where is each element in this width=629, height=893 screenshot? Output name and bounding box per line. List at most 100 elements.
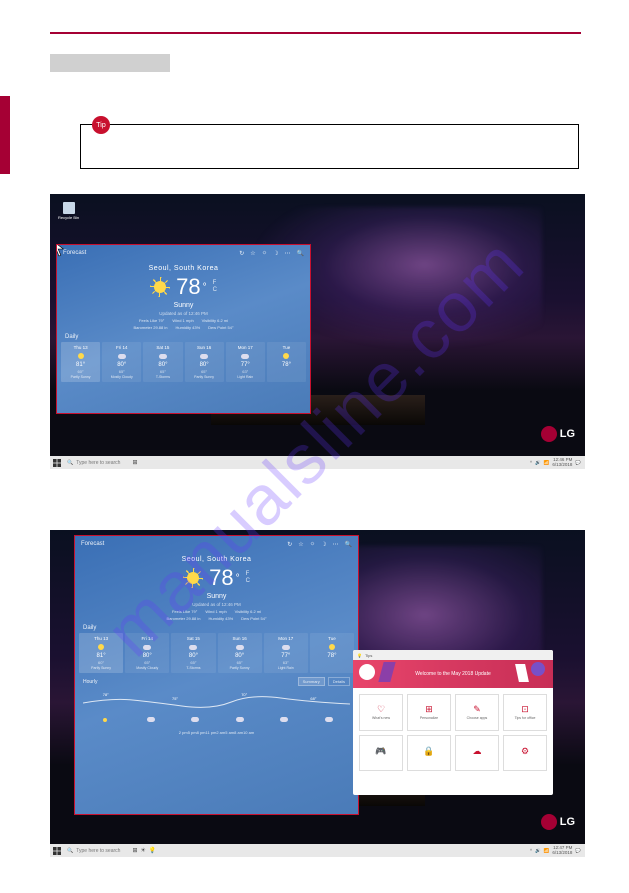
start-button[interactable] (50, 844, 63, 857)
more-icon[interactable]: ⋯ (333, 541, 339, 548)
start-button[interactable] (50, 456, 63, 469)
day-card[interactable]: Sun 1680°65°Partly Sunny (185, 342, 224, 382)
menu-icon[interactable]: ≡ (74, 536, 75, 554)
hourly-label: Hourly (83, 679, 97, 685)
desktop: Recycle Bin LG ≡ ⌂ 🗺 ↻ ◎ 📰 Forecast ↻ ☆ … (50, 194, 585, 456)
day-card[interactable]: Tue78° (310, 633, 354, 673)
history-icon[interactable]: ↻ (74, 590, 75, 608)
task-view-icon[interactable]: ⊞ (132, 459, 137, 466)
map-icon[interactable]: 🗺 (56, 281, 57, 299)
home-icon[interactable]: ⌂ (74, 554, 75, 572)
details-button[interactable]: Details (328, 677, 350, 686)
moon-icon[interactable]: ☽ (273, 250, 278, 257)
welcome-tile[interactable]: 🎮 (359, 735, 403, 772)
summary-button[interactable]: Summary (298, 677, 325, 686)
day-card[interactable]: Mon 1777°63°Light Rain (264, 633, 308, 673)
day-card[interactable]: Sun 1680°65°Partly Sunny (218, 633, 262, 673)
day-card[interactable]: Mon 1777°63°Light Rain (226, 342, 265, 382)
welcome-tile[interactable]: ♡What's new (359, 694, 403, 731)
search-icon: 🔍 (67, 460, 73, 466)
tip-callout-box (80, 124, 579, 169)
search-icon[interactable]: 🔍 (345, 541, 352, 548)
weather-sun-icon (183, 568, 203, 588)
home-icon[interactable]: ⌂ (56, 263, 57, 281)
daily-forecast-row: Thu 1381°60°Partly SunnyFri 1480°65°Most… (57, 342, 310, 382)
day-card[interactable]: Tue78° (267, 342, 306, 382)
day-card[interactable]: Fri 1480°65°Mostly Cloudy (102, 342, 141, 382)
recycle-bin: Recycle Bin (58, 202, 79, 220)
sun-toggle-icon[interactable]: ☼ (310, 541, 316, 547)
welcome-tile[interactable]: 🔒 (407, 735, 451, 772)
volume-icon[interactable]: 🔊 (535, 460, 541, 466)
welcome-tile[interactable]: ⊞Personalize (407, 694, 451, 731)
task-view-icon[interactable]: ⊞ (132, 847, 137, 854)
temperature-value: 78 (176, 274, 200, 300)
updated-text: Updated as of 12:46 PM (159, 311, 208, 316)
pin-icon[interactable]: ☆ (250, 250, 255, 257)
svg-text:70°: 70° (241, 692, 247, 697)
sun-toggle-icon[interactable]: ☼ (262, 250, 268, 256)
tip-badge: Tip (92, 116, 110, 134)
welcome-tile[interactable]: ✎Choose apps (455, 694, 499, 731)
lg-logo: LG (541, 426, 575, 442)
notifications-icon[interactable]: 💬 (575, 460, 581, 466)
moon-icon[interactable]: ☽ (321, 541, 326, 548)
taskbar: 🔍 Type here to search ⊞ ☀ 💡 ^ 🔊 📶 12:47 … (50, 844, 585, 857)
daily-label: Daily (57, 330, 86, 342)
page-side-tab (0, 96, 10, 174)
tray-up-icon[interactable]: ^ (530, 460, 532, 465)
condition-text: Sunny (174, 302, 194, 309)
forecast-label: Forecast (81, 541, 104, 547)
weather-app-window[interactable]: ≡ ⌂ 🗺 ↻ ◎ 📰 Forecast ↻ ☆ ☼ ☽ ⋯ 🔍 Seoul, … (56, 244, 311, 414)
hourly-chart: 78° 75° 70° 68° (83, 688, 350, 728)
history-icon[interactable]: ↻ (56, 299, 57, 317)
weather-taskbar-icon[interactable]: ☀ (140, 847, 145, 854)
condition-text: Sunny (207, 593, 227, 600)
taskbar-search[interactable]: 🔍 Type here to search (63, 460, 124, 466)
taskbar-search[interactable]: 🔍 Type here to search (63, 848, 124, 854)
welcome-tile[interactable]: ⚙ (503, 735, 547, 772)
screenshot-2: LG ≡ ⌂ 🗺 ↻ ◎ 📰 Forecast ↻ ☆ ☼ ☽ ⋯ 🔍 (50, 530, 585, 857)
welcome-window[interactable]: 💡 Tips Welcome to the May 2018 Update ♡W… (353, 650, 553, 795)
places-icon[interactable]: ◎ (56, 317, 57, 335)
map-icon[interactable]: 🗺 (74, 572, 75, 590)
weather-topbar: Forecast ↻ ☆ ☼ ☽ ⋯ 🔍 (57, 245, 310, 261)
refresh-icon[interactable]: ↻ (239, 250, 244, 257)
weather-sidebar: ≡ ⌂ 🗺 ↻ ◎ 📰 (74, 536, 75, 814)
location-text: Seoul, South Korea (182, 556, 252, 563)
svg-text:78°: 78° (103, 692, 109, 697)
volume-icon[interactable]: 🔊 (535, 848, 541, 854)
search-icon: 🔍 (67, 848, 73, 854)
search-icon[interactable]: 🔍 (297, 250, 304, 257)
wifi-icon[interactable]: 📶 (544, 460, 550, 466)
welcome-tile[interactable]: ☁ (455, 735, 499, 772)
wifi-icon[interactable]: 📶 (544, 848, 550, 854)
weather-topbar: Forecast ↻ ☆ ☼ ☽ ⋯ 🔍 (75, 536, 358, 552)
svg-text:68°: 68° (310, 696, 316, 701)
welcome-tile[interactable]: ⊡Tips for office (503, 694, 547, 731)
pin-icon[interactable]: ☆ (298, 541, 303, 548)
welcome-banner: Welcome to the May 2018 Update (353, 660, 553, 688)
taskbar: 🔍 Type here to search ⊞ ^ 🔊 📶 12:46 PM 6… (50, 456, 585, 469)
more-icon[interactable]: ⋯ (285, 250, 291, 257)
tray-up-icon[interactable]: ^ (530, 848, 532, 853)
day-card[interactable]: Thu 1381°60°Partly Sunny (61, 342, 100, 382)
day-card[interactable]: Sat 1580°65°T-Storms (171, 633, 215, 673)
welcome-titlebar: 💡 Tips (353, 650, 553, 660)
notifications-icon[interactable]: 💬 (575, 848, 581, 854)
refresh-icon[interactable]: ↻ (287, 541, 292, 548)
lg-logo: LG (541, 814, 575, 830)
places-icon[interactable]: ◎ (74, 608, 75, 626)
news-icon[interactable]: 📰 (56, 335, 57, 353)
weather-sidebar: ≡ ⌂ 🗺 ↻ ◎ 📰 (56, 245, 57, 413)
news-icon[interactable]: 📰 (74, 626, 75, 644)
day-card[interactable]: Sat 1580°65°T-Storms (143, 342, 182, 382)
temperature-value: 78 (209, 565, 233, 591)
tips-taskbar-icon[interactable]: 💡 (149, 847, 156, 854)
day-card[interactable]: Thu 1381°60°Partly Sunny (79, 633, 123, 673)
location-text: Seoul, South Korea (149, 265, 219, 272)
section-heading-placeholder (50, 54, 170, 72)
day-card[interactable]: Fri 1480°65°Mostly Cloudy (125, 633, 169, 673)
weather-app-window-left[interactable]: ≡ ⌂ 🗺 ↻ ◎ 📰 Forecast ↻ ☆ ☼ ☽ ⋯ 🔍 Seoul, … (74, 535, 359, 815)
updated-text: Updated as of 12:46 PM (192, 602, 241, 607)
